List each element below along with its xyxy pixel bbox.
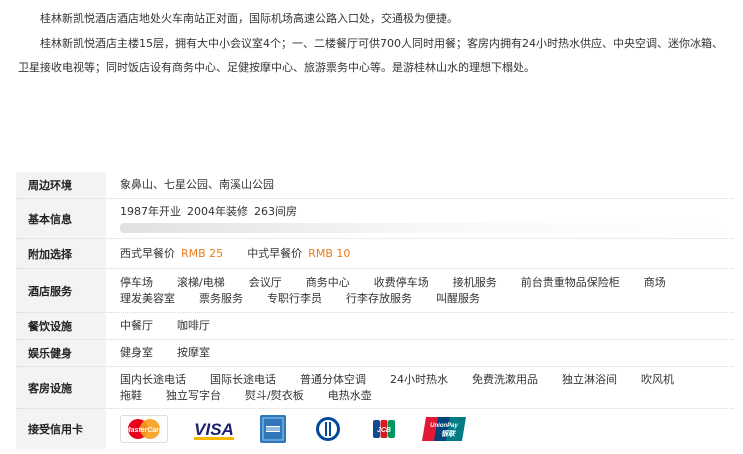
room-item: 独立淋浴间 [562,372,617,386]
row-basic-info: 基本信息 1987年开业 2004年装修 263间房 [16,199,734,239]
service-item: 停车场 [120,275,153,289]
service-item: 专职行李员 [267,291,322,305]
service-item: 叫醒服务 [436,291,480,305]
blurred-content [120,223,734,233]
row-hotel-services: 酒店服务 停车场 滚梯/电梯 会议厅 商务中心 收费停车场 接机服务 前台贵重物… [16,269,734,313]
row-credit-cards: 接受信用卡 MasterCard VISA JCB UnionPay 银联 [16,409,734,449]
svg-text:银联: 银联 [441,429,456,438]
service-item: 收费停车场 [373,275,429,289]
diners-club-icon [308,415,348,443]
service-item: 滚梯/电梯 [177,275,225,289]
western-breakfast-label: 西式早餐价 [120,246,175,260]
service-item: 前台贵重物品保险柜 [520,275,620,289]
intro-paragraph-location: 桂林新凯悦酒店酒店地处火车南站正对面，国际机场高速公路入口处，交通极为便捷。 [40,12,458,25]
svg-text:JCB: JCB [377,427,391,434]
row-room-facilities: 客房设施 国内长途电话 国际长途电话 普通分体空调 24小时热水 免费洗漱用品 … [16,367,734,409]
dining-item: 中餐厅 [120,319,153,332]
dining-item: 咖啡厅 [177,319,210,332]
room-item: 拖鞋 [120,388,142,402]
hotel-info-table: 周边环境 象鼻山、七星公园、南溪山公园 基本信息 1987年开业 2004年装修… [16,172,734,449]
mastercard-icon: MasterCard [120,415,168,443]
label-room-facilities: 客房设施 [28,381,72,395]
service-item: 理发美容室 [120,291,175,305]
room-item: 24小时热水 [390,372,448,386]
basic-info-value: 1987年开业 2004年装修 263间房 [106,199,734,238]
label-fitness: 娱乐健身 [28,347,72,360]
label-extras: 附加选择 [28,247,72,261]
room-item: 普通分体空调 [300,372,366,386]
surroundings-value: 象鼻山、七星公园、南溪山公园 [106,172,734,198]
row-fitness: 娱乐健身 健身室 按摩室 [16,340,734,367]
row-dining: 餐饮设施 中餐厅 咖啡厅 [16,313,734,340]
svg-text:MasterCard: MasterCard [125,427,164,434]
room-item: 国内长途电话 [120,372,186,386]
intro-paragraph-facilities: 桂林新凯悦酒店主楼15层，拥有大中小会议室4个；一、二楼餐厅可供700人同时用餐… [18,37,723,74]
label-surroundings: 周边环境 [28,179,72,192]
hotel-services-list: 停车场 滚梯/电梯 会议厅 商务中心 收费停车场 接机服务 前台贵重物品保险柜 … [106,269,734,312]
room-item: 国际长途电话 [210,372,276,386]
row-extras: 附加选择 西式早餐价 RMB 25 中式早餐价 RMB 10 [16,239,734,269]
room-item: 吹风机 [641,372,674,386]
service-item: 行李存放服务 [346,291,412,305]
label-credit-cards: 接受信用卡 [28,423,83,436]
visa-icon: VISA [190,415,238,443]
fitness-item: 健身室 [120,346,153,359]
room-count: 263间房 [254,205,297,218]
surroundings-item: 象鼻山、七星公园、南溪山公园 [120,178,274,191]
room-facilities-list: 国内长途电话 国际长途电话 普通分体空调 24小时热水 免费洗漱用品 独立淋浴间… [106,367,734,408]
room-item: 电热水壶 [327,388,372,402]
dining-list: 中餐厅 咖啡厅 [106,313,734,339]
room-item: 熨斗/熨衣板 [245,388,304,402]
room-item: 免费洗漱用品 [472,372,538,386]
american-express-icon [260,415,286,443]
extras-value: 西式早餐价 RMB 25 中式早餐价 RMB 10 [106,239,734,268]
opening-year: 1987年开业 [120,205,181,218]
label-hotel-services: 酒店服务 [28,284,72,298]
room-item: 独立写字台 [166,388,221,402]
credit-card-logos: MasterCard VISA JCB UnionPay 银联 [106,409,468,449]
chinese-breakfast-price: RMB 10 [308,246,351,260]
svg-text:UnionPay: UnionPay [430,423,458,429]
hotel-intro: 桂林新凯悦酒店酒店地处火车南站正对面，国际机场高速公路入口处，交通极为便捷。 桂… [18,6,733,80]
service-item: 票务服务 [199,291,243,305]
service-item: 接机服务 [452,275,497,289]
label-dining: 餐饮设施 [28,320,72,333]
service-item: 商务中心 [305,275,350,289]
label-basic-info: 基本信息 [28,212,72,226]
fitness-list: 健身室 按摩室 [106,340,734,366]
row-surroundings: 周边环境 象鼻山、七星公园、南溪山公园 [16,172,734,199]
jcb-icon: JCB [370,415,398,443]
svg-text:VISA: VISA [194,420,234,439]
service-item: 会议厅 [248,275,282,289]
service-item: 商场 [643,275,666,289]
unionpay-icon: UnionPay 银联 [420,415,468,443]
chinese-breakfast-label: 中式早餐价 [247,246,303,260]
western-breakfast-price: RMB 25 [181,246,224,260]
renovation-year: 2004年装修 [187,205,248,218]
fitness-item: 按摩室 [177,346,210,359]
